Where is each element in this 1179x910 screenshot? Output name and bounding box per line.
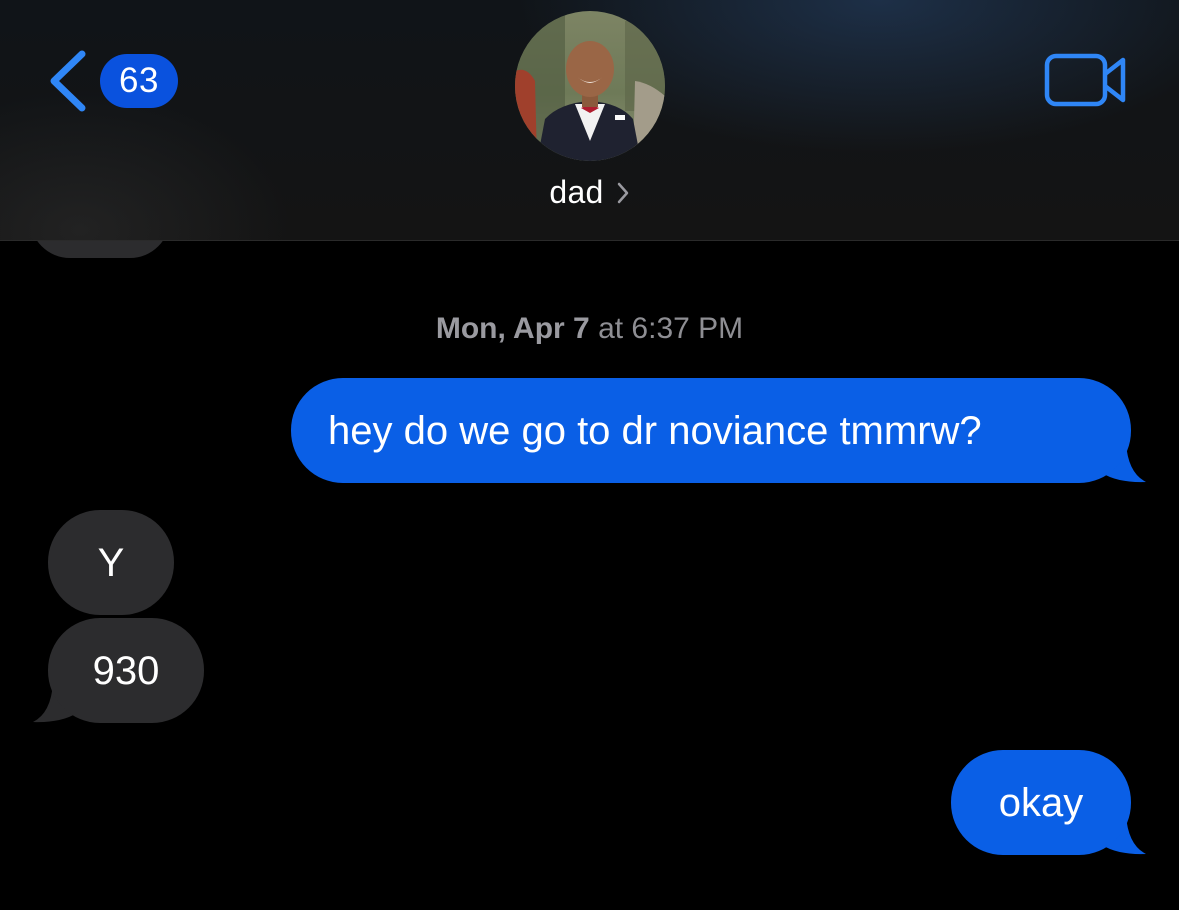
message-timestamp: Mon, Apr 7 at 6:37 PM xyxy=(0,312,1179,346)
messages-screen: 63 dad Mon, Apr 7 at 6:37 PM hey do we g… xyxy=(0,0,1179,910)
contact-avatar[interactable] xyxy=(515,11,665,161)
timestamp-day: Mon, Apr 7 xyxy=(435,312,590,345)
video-camera-icon xyxy=(1044,53,1126,107)
sent-message-bubble[interactable]: hey do we go to dr noviance tmmrw? xyxy=(291,378,1131,483)
chevron-left-icon xyxy=(50,50,86,112)
contact-name-button[interactable]: dad xyxy=(0,174,1179,211)
timestamp-time: at 6:37 PM xyxy=(598,312,744,345)
back-button[interactable]: 63 xyxy=(46,48,178,114)
message-text: hey do we go to dr noviance tmmrw? xyxy=(328,408,982,453)
facetime-video-button[interactable] xyxy=(1044,52,1128,108)
unread-count-badge: 63 xyxy=(100,54,178,108)
message-text: 930 xyxy=(92,648,160,693)
sent-message-bubble[interactable]: okay xyxy=(951,750,1131,855)
contact-photo xyxy=(515,11,665,161)
contact-name: dad xyxy=(549,174,604,210)
received-message-bubble[interactable]: Y xyxy=(48,510,174,615)
conversation-header: 63 dad xyxy=(0,0,1179,241)
message-text: Y xyxy=(97,540,125,585)
message-text: okay xyxy=(998,780,1084,825)
chevron-right-icon xyxy=(617,182,628,203)
received-message-bubble[interactable]: 930 xyxy=(48,618,204,723)
